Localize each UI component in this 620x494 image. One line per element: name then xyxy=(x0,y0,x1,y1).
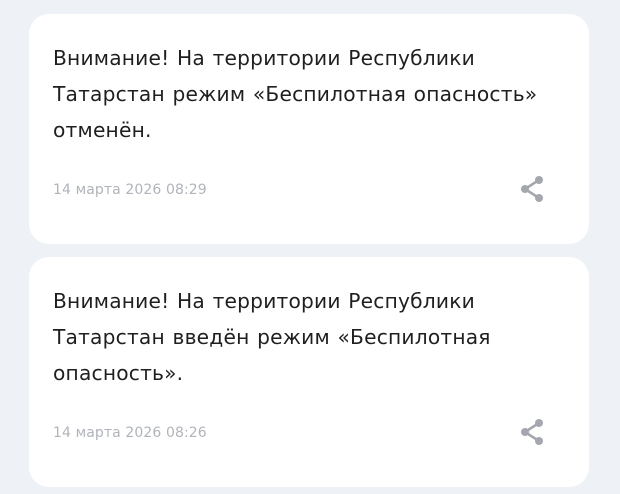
news-message: Внимание! На территории Республики Татар… xyxy=(53,46,538,142)
news-message: Внимание! На территории Республики Татар… xyxy=(53,289,491,385)
news-card[interactable]: Внимание! На территории Республики Татар… xyxy=(29,257,589,487)
share-icon[interactable] xyxy=(517,417,547,447)
share-icon[interactable] xyxy=(517,174,547,204)
news-card[interactable]: Внимание! На территории Республики Татар… xyxy=(29,14,589,244)
news-timestamp: 14 марта 2026 08:26 xyxy=(53,425,207,441)
news-feed: Внимание! На территории Республики Татар… xyxy=(29,14,589,487)
news-timestamp: 14 марта 2026 08:29 xyxy=(53,182,207,198)
